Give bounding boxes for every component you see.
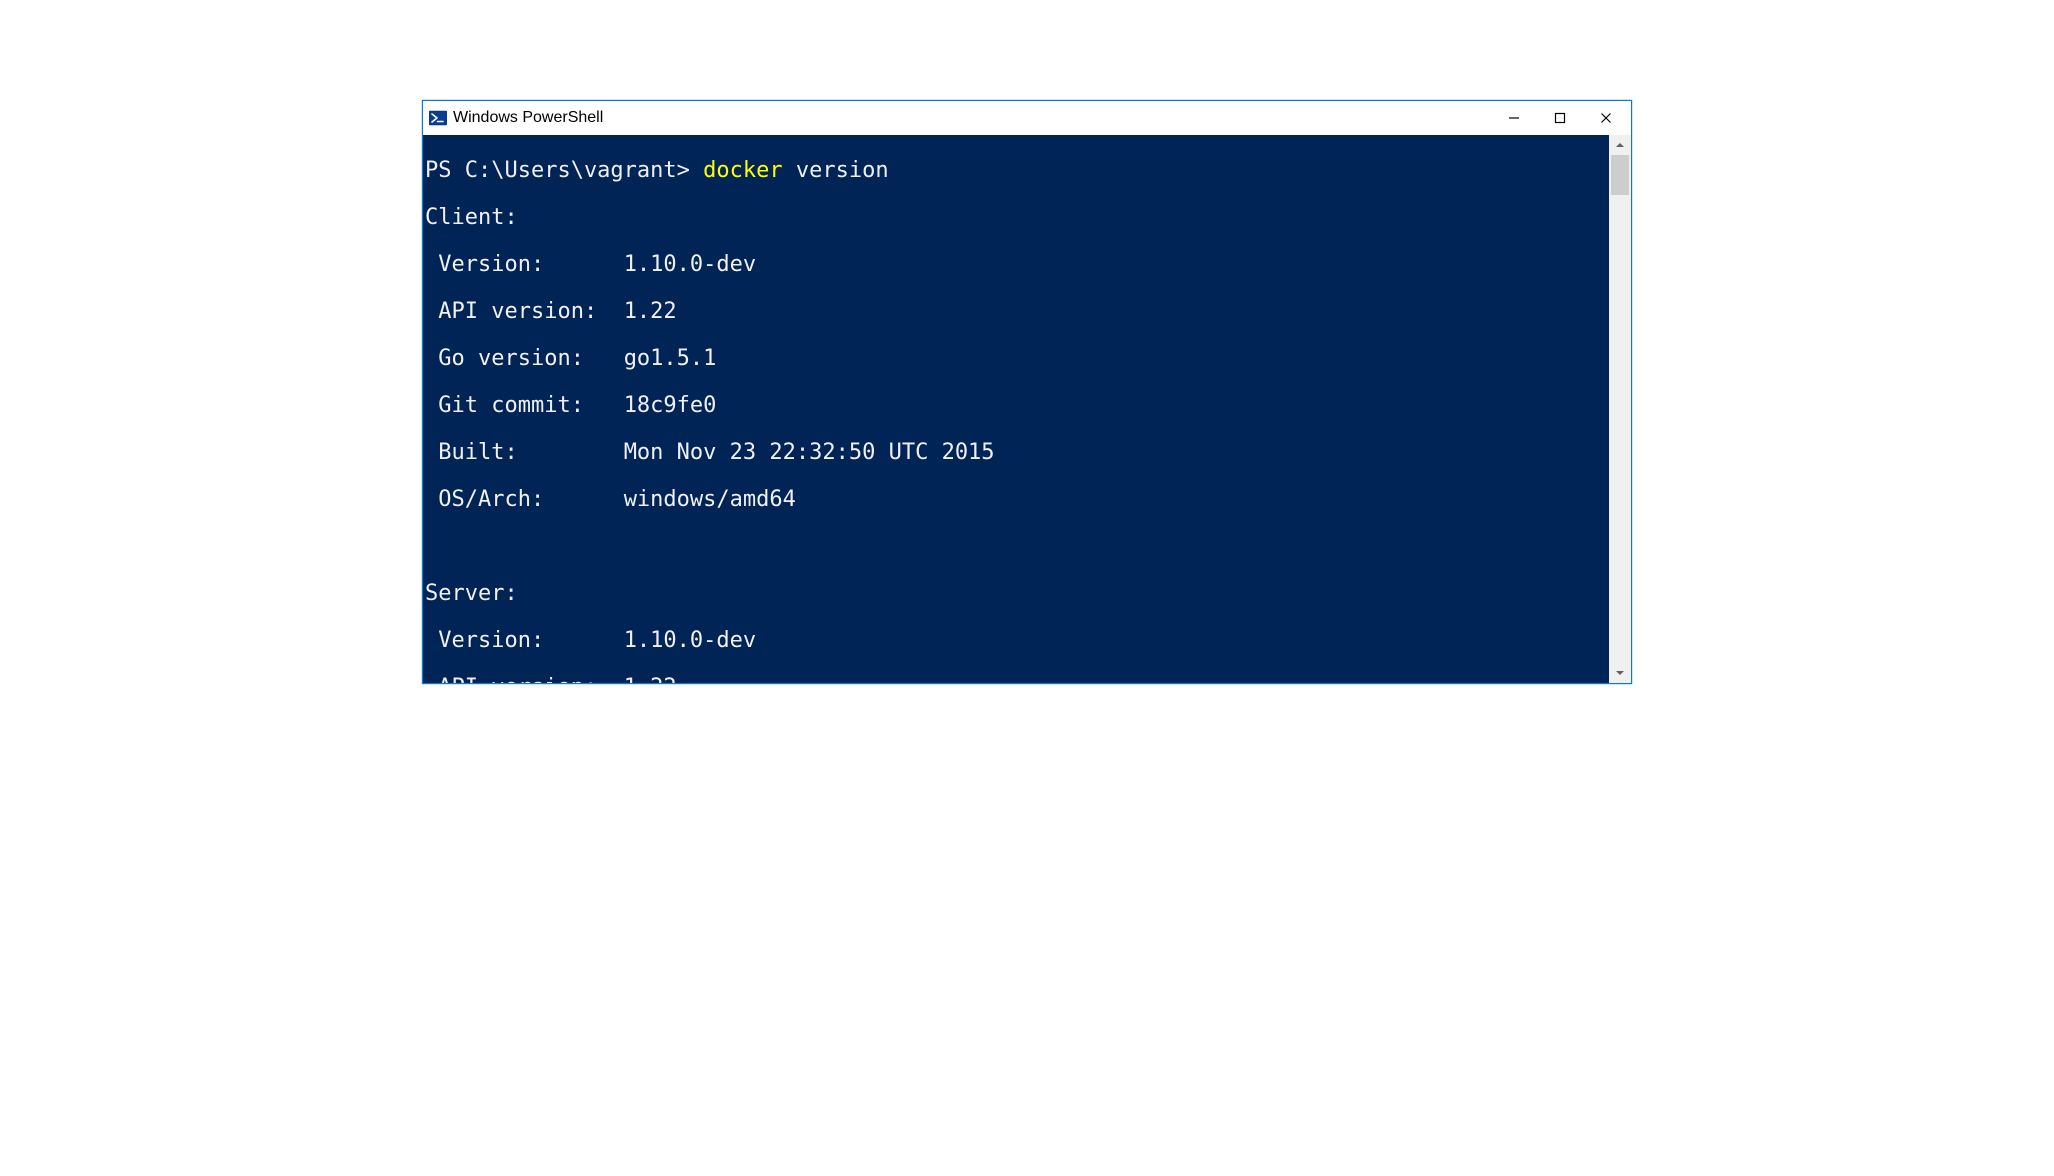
client-built-row: Built: Mon Nov 23 22:32:50 UTC 2015 bbox=[425, 441, 1607, 465]
client-version-row: Version: 1.10.0-dev bbox=[425, 253, 1607, 277]
label: Go version: bbox=[425, 346, 624, 371]
server-api-row: API version: 1.22 bbox=[425, 676, 1607, 684]
client-area: PS C:\Users\vagrant> docker version Clie… bbox=[423, 135, 1631, 683]
prompt-line: PS C:\Users\vagrant> docker version bbox=[425, 159, 1607, 183]
label: API version: bbox=[425, 299, 624, 324]
server-version-row: Version: 1.10.0-dev bbox=[425, 629, 1607, 653]
label: API version: bbox=[425, 675, 624, 684]
value: 1.10.0-dev bbox=[624, 628, 756, 653]
client-os-row: OS/Arch: windows/amd64 bbox=[425, 488, 1607, 512]
minimize-button[interactable] bbox=[1491, 103, 1537, 133]
scroll-down-icon[interactable] bbox=[1609, 663, 1631, 683]
command-highlight: docker bbox=[703, 158, 782, 183]
client-header: Client: bbox=[425, 206, 1607, 230]
scroll-thumb[interactable] bbox=[1611, 155, 1629, 195]
value: 1.22 bbox=[624, 299, 677, 324]
powershell-icon bbox=[429, 109, 447, 127]
titlebar[interactable]: Windows PowerShell bbox=[423, 101, 1631, 135]
value: 18c9fe0 bbox=[624, 393, 717, 418]
label: Built: bbox=[425, 440, 624, 465]
client-go-row: Go version: go1.5.1 bbox=[425, 347, 1607, 371]
server-header: Server: bbox=[425, 582, 1607, 606]
value: go1.5.1 bbox=[624, 346, 717, 371]
console-output[interactable]: PS C:\Users\vagrant> docker version Clie… bbox=[423, 135, 1609, 683]
label: OS/Arch: bbox=[425, 487, 624, 512]
value: 1.22 bbox=[624, 675, 677, 684]
label: Git commit: bbox=[425, 393, 624, 418]
command-arg: version bbox=[783, 158, 889, 183]
label: Version: bbox=[425, 252, 624, 277]
vertical-scrollbar[interactable] bbox=[1609, 135, 1631, 683]
client-git-row: Git commit: 18c9fe0 bbox=[425, 394, 1607, 418]
scroll-up-icon[interactable] bbox=[1609, 135, 1631, 155]
close-button[interactable] bbox=[1583, 103, 1629, 133]
value: windows/amd64 bbox=[624, 487, 796, 512]
powershell-window: Windows PowerShell PS C:\Users\vagrant> … bbox=[422, 100, 1632, 684]
client-api-row: API version: 1.22 bbox=[425, 300, 1607, 324]
label: Version: bbox=[425, 628, 624, 653]
blank-line bbox=[425, 535, 1607, 559]
prompt-prefix: PS C:\Users\vagrant> bbox=[425, 158, 703, 183]
value: 1.10.0-dev bbox=[624, 252, 756, 277]
maximize-button[interactable] bbox=[1537, 103, 1583, 133]
window-title: Windows PowerShell bbox=[453, 109, 603, 127]
value: Mon Nov 23 22:32:50 UTC 2015 bbox=[624, 440, 995, 465]
